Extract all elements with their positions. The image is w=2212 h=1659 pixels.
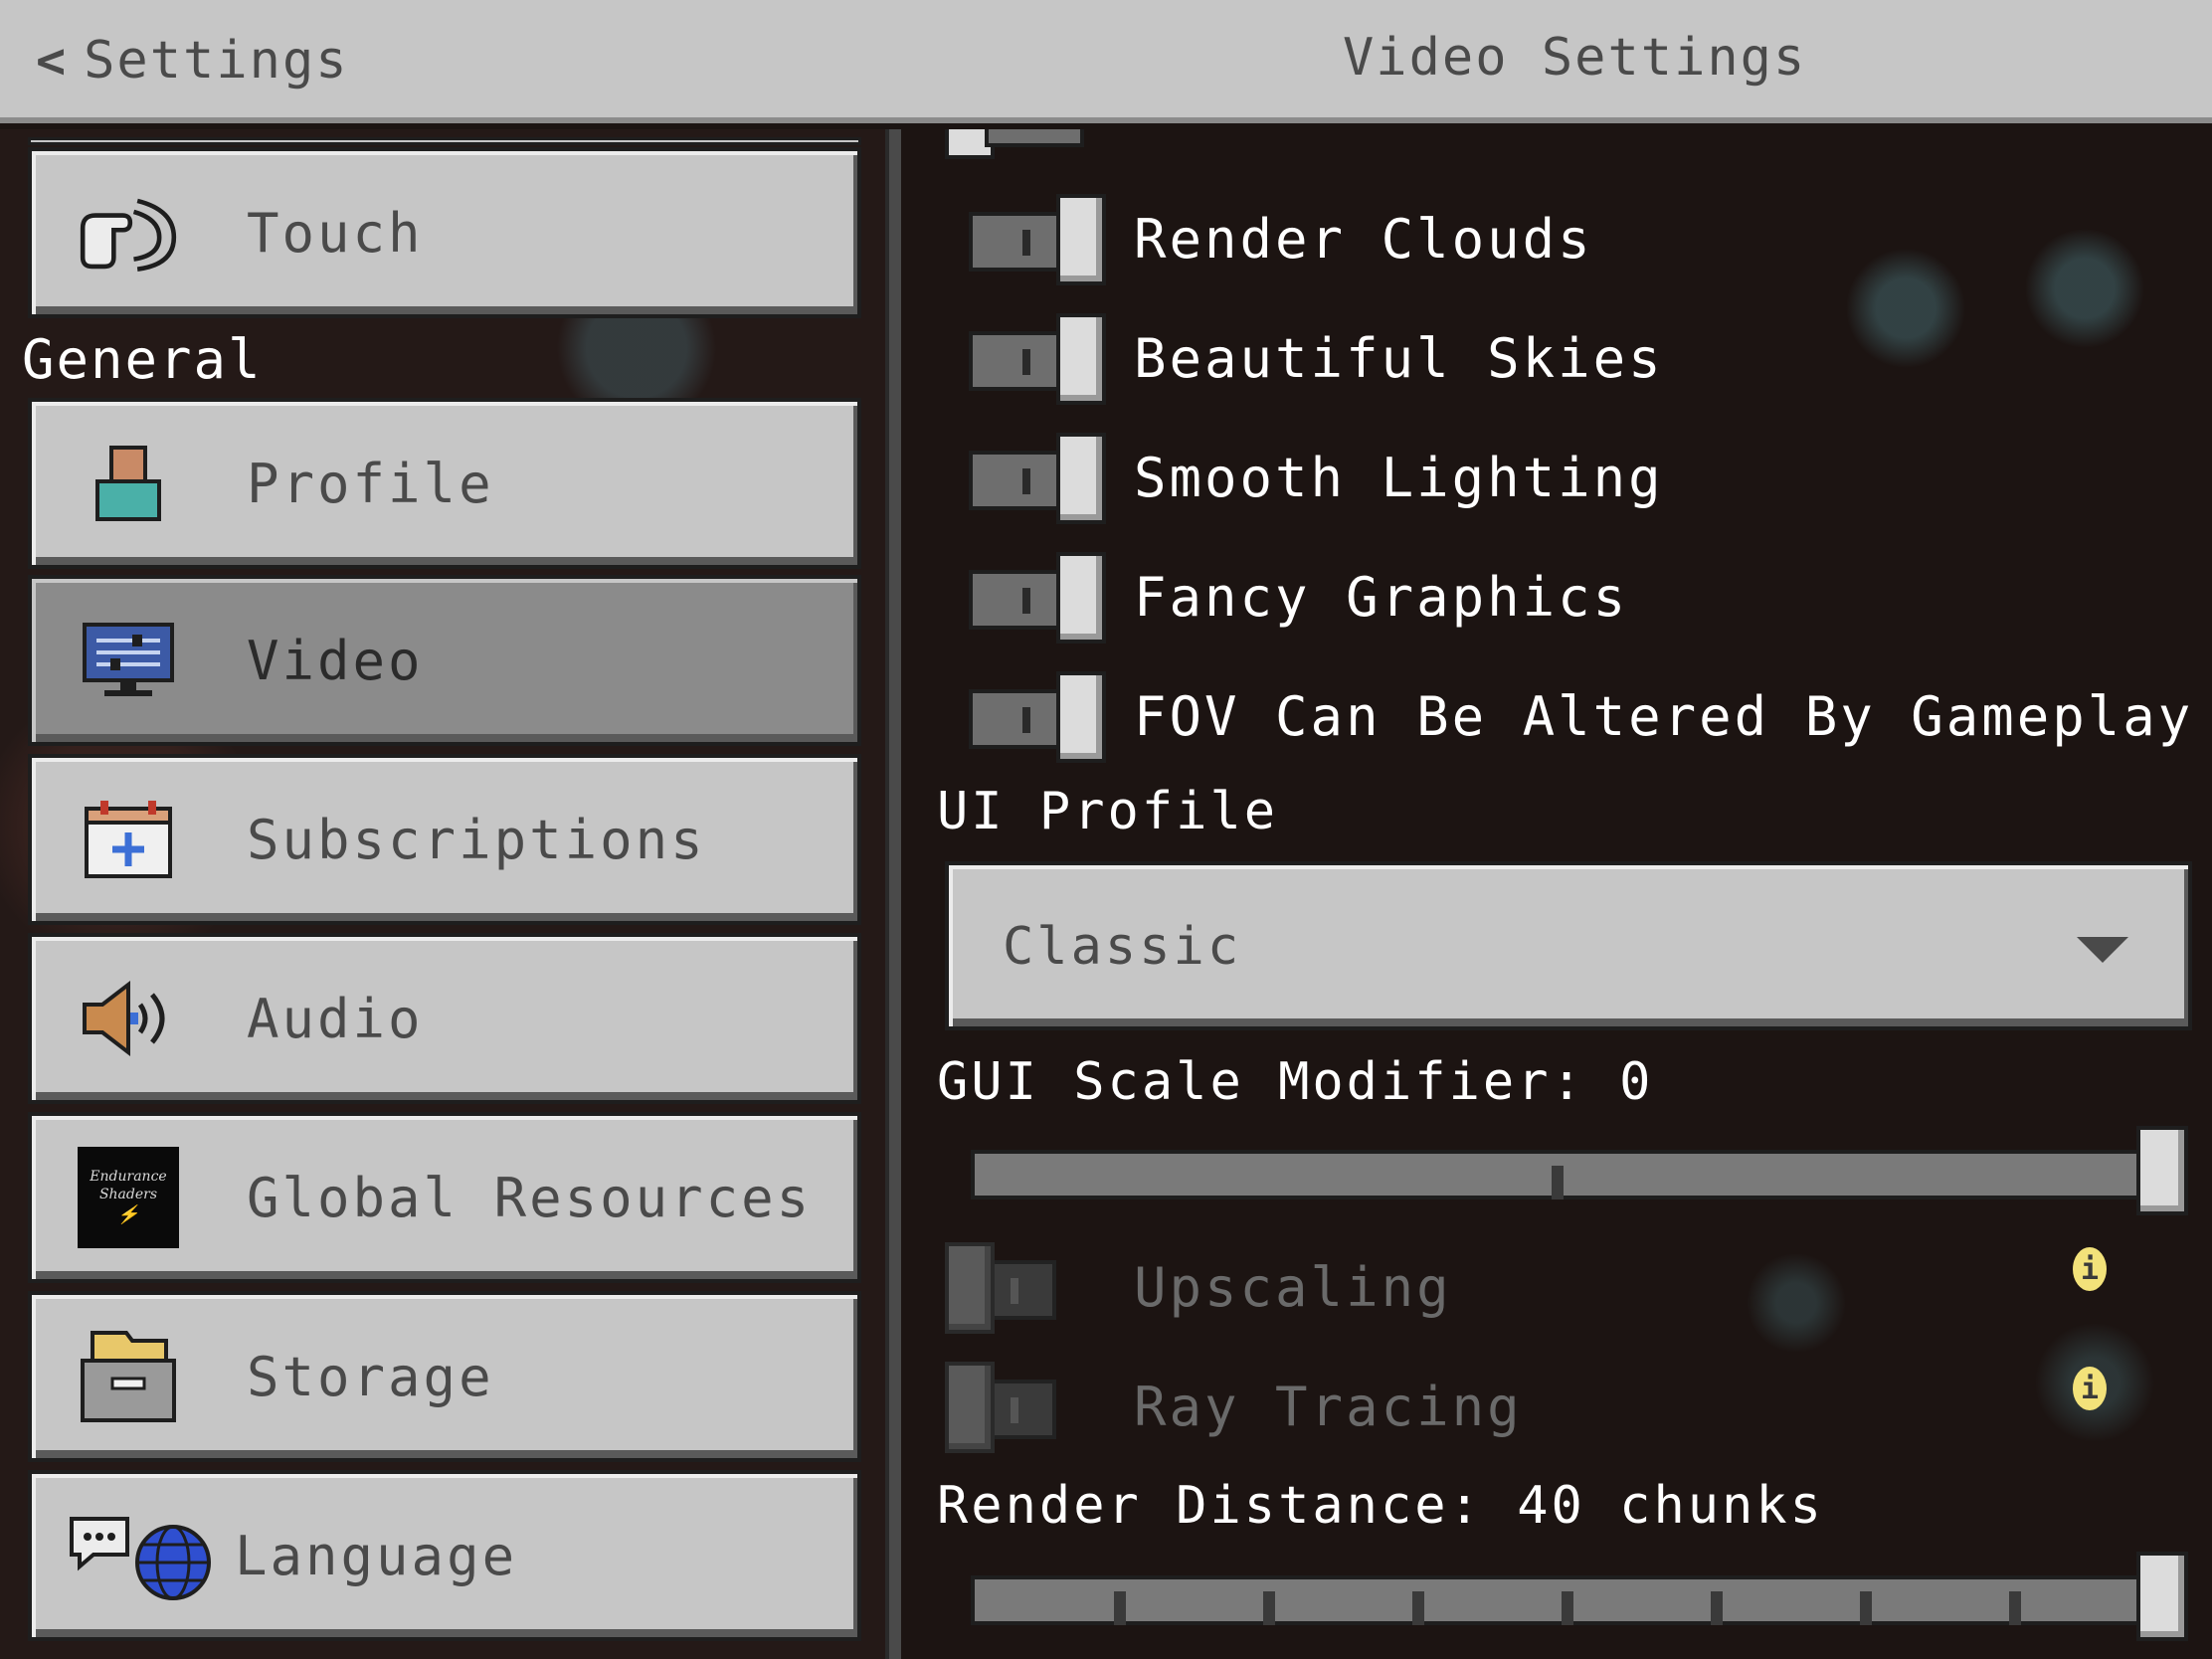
fancy-graphics-toggle[interactable] — [957, 552, 1106, 644]
smooth-lighting-toggle[interactable] — [957, 433, 1106, 524]
upscaling-info-icon[interactable]: i — [2073, 1247, 2107, 1291]
page-title: Video Settings — [1343, 28, 1807, 88]
slider-track — [971, 1150, 2140, 1199]
slider-tick — [1114, 1591, 1126, 1625]
slider-tick — [1711, 1591, 1723, 1625]
sidebar-item-label: Language — [235, 1524, 518, 1587]
video-settings-panel[interactable]: Render Clouds Beautiful Skies Smooth Lig… — [901, 129, 2212, 1659]
toggle-label: Beautiful Skies — [1134, 326, 1664, 390]
monitor-icon — [74, 606, 183, 715]
sidebar-item-label: Subscriptions — [247, 808, 706, 871]
render-clouds-toggle[interactable] — [957, 194, 1106, 285]
sidebar-item-label: Profile — [247, 452, 494, 515]
storage-box-icon — [74, 1322, 183, 1431]
slider-handle[interactable] — [2136, 1126, 2188, 1215]
ui-profile-dropdown[interactable]: Classic — [945, 861, 2192, 1030]
sidebar-item-language[interactable]: Language — [28, 1470, 861, 1641]
partial-toggle-row — [945, 129, 1939, 159]
slider-tick — [1412, 1591, 1424, 1625]
toggle-row-smooth-lighting: Smooth Lighting — [957, 430, 1664, 525]
render-distance-slider[interactable] — [971, 1552, 2204, 1641]
chevron-left-icon: < — [36, 32, 67, 90]
back-label: Settings — [84, 31, 349, 91]
sidebar-item-label: Audio — [247, 987, 424, 1050]
fov-gameplay-toggle[interactable] — [957, 671, 1106, 763]
gui-scale-label: GUI Scale Modifier: 0 — [937, 1052, 1654, 1112]
toggle-row-fancy-graphics: Fancy Graphics — [957, 549, 1628, 645]
resource-pack-thumbnail: Endurance Shaders ⚡ — [78, 1147, 179, 1248]
language-globe-icon — [66, 1501, 215, 1610]
back-button[interactable]: < Settings — [36, 28, 349, 93]
sidebar-item-touch[interactable]: Touch — [28, 147, 861, 318]
sidebar-item-storage[interactable]: Storage — [28, 1291, 861, 1462]
ui-profile-label: UI Profile — [937, 782, 1279, 841]
dropdown-value: Classic — [1003, 917, 1242, 977]
toggle-row-upscaling: Upscaling — [945, 1239, 1452, 1335]
slider-tick — [1562, 1591, 1573, 1625]
toggle-label: Ray Tracing — [1134, 1375, 1523, 1438]
ray-tracing-info-icon[interactable]: i — [2073, 1367, 2107, 1410]
toggle-row-render-clouds: Render Clouds — [957, 191, 1593, 286]
pane-divider-scrollbar[interactable] — [885, 129, 901, 1659]
settings-sidebar[interactable]: Touch General Profile Video Subscription… — [0, 129, 885, 1659]
toggle-row-ray-tracing: Ray Tracing — [945, 1359, 1523, 1454]
slider-tick — [2009, 1591, 2021, 1625]
speaker-icon — [74, 964, 183, 1073]
sidebar-item-label: Storage — [247, 1345, 494, 1408]
sidebar-item-profile[interactable]: Profile — [28, 398, 861, 569]
sidebar-item-subscriptions[interactable]: Subscriptions — [28, 754, 861, 925]
section-general-label: General — [22, 328, 263, 391]
sidebar-item-global-resources[interactable]: Endurance Shaders ⚡ Global Resources — [28, 1112, 861, 1283]
slider-track — [971, 1575, 2140, 1625]
calendar-plus-icon — [74, 785, 183, 894]
toggle-label: Smooth Lighting — [1134, 446, 1664, 509]
slider-handle[interactable] — [2136, 1552, 2188, 1641]
toggle-label: Fancy Graphics — [1134, 565, 1629, 629]
ray-tracing-toggle[interactable] — [945, 1362, 1094, 1453]
gui-scale-slider[interactable] — [971, 1126, 2204, 1215]
toggle-row-beautiful-skies: Beautiful Skies — [957, 310, 1664, 406]
render-distance-label: Render Distance: 40 chunks — [937, 1476, 1824, 1536]
resource-pack-icon: Endurance Shaders ⚡ — [74, 1143, 183, 1252]
lightning-bolt-icon: ⚡ — [116, 1204, 140, 1226]
toggle-row-fov-gameplay: FOV Can Be Altered By Gameplay — [957, 668, 2193, 764]
sidebar-item-label: Video — [247, 629, 424, 692]
sidebar-item-video[interactable]: Video — [28, 575, 861, 746]
beautiful-skies-toggle[interactable] — [957, 313, 1106, 405]
touch-hand-icon — [74, 178, 183, 287]
slider-tick — [1552, 1166, 1564, 1199]
upscaling-toggle[interactable] — [945, 1242, 1094, 1334]
profile-icon — [74, 429, 183, 538]
sidebar-partial-button — [28, 137, 861, 145]
header-bar: < Settings Video Settings — [0, 0, 2212, 123]
toggle-label: FOV Can Be Altered By Gameplay — [1134, 684, 2194, 748]
resource-pack-text: Endurance Shaders — [90, 1169, 167, 1203]
sidebar-item-label: Touch — [247, 201, 424, 265]
slider-tick — [1263, 1591, 1275, 1625]
slider-tick — [1860, 1591, 1872, 1625]
sidebar-item-label: Global Resources — [247, 1166, 813, 1229]
toggle-label: Render Clouds — [1134, 207, 1593, 271]
caret-down-icon — [2077, 937, 2128, 963]
toggle-label: Upscaling — [1134, 1255, 1452, 1319]
sidebar-item-audio[interactable]: Audio — [28, 933, 861, 1104]
